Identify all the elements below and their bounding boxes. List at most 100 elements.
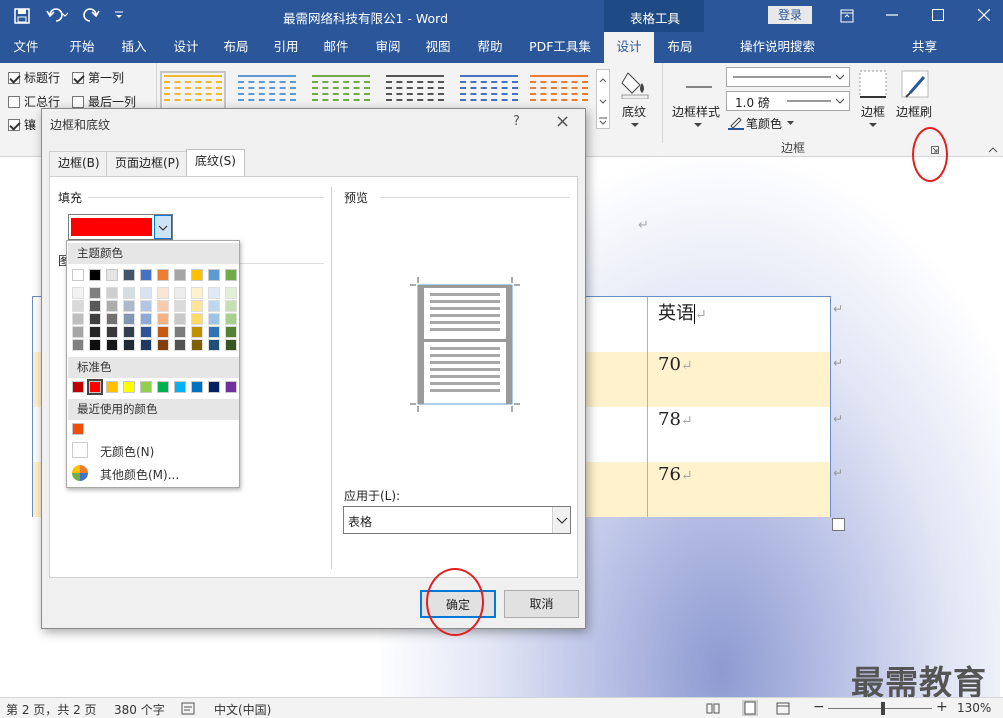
theme-shade-swatch[interactable] bbox=[191, 300, 203, 312]
chevron-down-icon[interactable] bbox=[694, 123, 702, 128]
theme-shade-swatch[interactable] bbox=[89, 339, 101, 351]
tab-references[interactable]: 引用 bbox=[264, 32, 308, 63]
print-layout-icon[interactable] bbox=[742, 700, 758, 716]
tab-table-design[interactable]: 设计 bbox=[604, 32, 654, 63]
standard-color-swatch[interactable] bbox=[140, 381, 152, 393]
table-style-thumbnail[interactable] bbox=[238, 75, 296, 111]
standard-color-swatch[interactable] bbox=[225, 381, 237, 393]
theme-shade-swatch[interactable] bbox=[106, 339, 118, 351]
chevron-down-icon[interactable] bbox=[787, 121, 794, 126]
table-style-thumbnail[interactable] bbox=[160, 71, 226, 115]
theme-shade-swatch[interactable] bbox=[174, 326, 186, 338]
theme-shade-swatch[interactable] bbox=[191, 326, 203, 338]
theme-color-swatch[interactable] bbox=[106, 269, 118, 281]
undo-icon[interactable] bbox=[46, 7, 68, 23]
border-styles-icon[interactable] bbox=[684, 73, 714, 103]
theme-shade-swatch[interactable] bbox=[140, 326, 152, 338]
theme-shade-swatch[interactable] bbox=[157, 326, 169, 338]
theme-shade-swatch[interactable] bbox=[140, 300, 152, 312]
shading-bucket-icon[interactable] bbox=[620, 69, 650, 99]
theme-shade-swatch[interactable] bbox=[106, 300, 118, 312]
theme-shade-swatch[interactable] bbox=[225, 300, 237, 312]
help-button[interactable]: ? bbox=[513, 114, 520, 129]
table-style-thumbnail[interactable] bbox=[386, 75, 444, 111]
color-wheel-icon[interactable] bbox=[72, 465, 88, 481]
close-window-icon[interactable] bbox=[978, 9, 990, 21]
theme-shade-swatch[interactable] bbox=[89, 326, 101, 338]
theme-shade-swatch[interactable] bbox=[225, 339, 237, 351]
collapse-ribbon-icon[interactable] bbox=[988, 147, 998, 153]
language-indicator[interactable]: 中文(中国) bbox=[214, 701, 271, 718]
borders-button-label[interactable]: 边框 bbox=[861, 103, 885, 120]
theme-color-swatch[interactable] bbox=[191, 269, 203, 281]
theme-shade-swatch[interactable] bbox=[72, 300, 84, 312]
ribbon-display-icon[interactable] bbox=[840, 9, 854, 23]
table-cell[interactable]: 英语↵ bbox=[647, 297, 830, 352]
theme-color-swatch[interactable] bbox=[208, 269, 220, 281]
theme-shade-swatch[interactable] bbox=[123, 339, 135, 351]
tab-help[interactable]: 帮助 bbox=[466, 32, 514, 63]
theme-color-swatch[interactable] bbox=[174, 269, 186, 281]
theme-shade-swatch[interactable] bbox=[208, 313, 220, 325]
theme-shade-swatch[interactable] bbox=[140, 287, 152, 299]
theme-color-swatch[interactable] bbox=[123, 269, 135, 281]
standard-color-swatch[interactable] bbox=[87, 379, 103, 395]
line-weight-dropdown[interactable]: 1.0 磅 bbox=[726, 91, 850, 111]
theme-shade-swatch[interactable] bbox=[123, 287, 135, 299]
zoom-out-button[interactable]: − bbox=[813, 699, 825, 715]
tab-review[interactable]: 审阅 bbox=[364, 32, 412, 63]
theme-shade-swatch[interactable] bbox=[157, 287, 169, 299]
theme-shade-swatch[interactable] bbox=[208, 326, 220, 338]
theme-shade-swatch[interactable] bbox=[89, 287, 101, 299]
tab-pdf-tools[interactable]: PDF工具集 bbox=[520, 32, 600, 63]
option-banded-rows[interactable]: 镶 bbox=[8, 116, 36, 133]
maximize-icon[interactable] bbox=[932, 9, 944, 21]
theme-shade-swatch[interactable] bbox=[208, 300, 220, 312]
zoom-level[interactable]: 130% bbox=[957, 701, 991, 715]
fill-color-dropdown[interactable] bbox=[68, 214, 173, 240]
tab-table-layout[interactable]: 布局 bbox=[656, 32, 704, 63]
standard-color-swatch[interactable] bbox=[72, 381, 84, 393]
theme-shade-swatch[interactable] bbox=[191, 287, 203, 299]
theme-shade-swatch[interactable] bbox=[72, 326, 84, 338]
border-styles-label[interactable]: 边框样式 bbox=[672, 103, 720, 120]
proofing-icon[interactable] bbox=[181, 702, 195, 715]
theme-shade-swatch[interactable] bbox=[106, 287, 118, 299]
tab-layout[interactable]: 布局 bbox=[212, 32, 260, 63]
theme-color-swatch[interactable] bbox=[140, 269, 152, 281]
standard-color-swatch[interactable] bbox=[174, 381, 186, 393]
theme-shade-swatch[interactable] bbox=[123, 300, 135, 312]
theme-color-swatch[interactable] bbox=[72, 269, 84, 281]
theme-shade-swatch[interactable] bbox=[106, 326, 118, 338]
tab-shading[interactable]: 底纹(S) bbox=[186, 149, 245, 176]
apply-to-arrow[interactable] bbox=[552, 507, 570, 533]
theme-shade-swatch[interactable] bbox=[174, 339, 186, 351]
borders-icon[interactable] bbox=[858, 69, 888, 99]
theme-shade-swatch[interactable] bbox=[174, 287, 186, 299]
theme-shade-swatch[interactable] bbox=[174, 313, 186, 325]
theme-shade-swatch[interactable] bbox=[123, 313, 135, 325]
zoom-in-button[interactable]: + bbox=[936, 699, 948, 715]
tab-home[interactable]: 开始 bbox=[58, 32, 106, 63]
theme-shade-swatch[interactable] bbox=[225, 326, 237, 338]
standard-color-swatch[interactable] bbox=[191, 381, 203, 393]
option-first-column[interactable]: 第一列 bbox=[72, 69, 124, 86]
table-resize-handle[interactable] bbox=[832, 518, 845, 531]
zoom-slider[interactable] bbox=[828, 708, 932, 709]
theme-shade-swatch[interactable] bbox=[123, 326, 135, 338]
theme-shade-swatch[interactable] bbox=[89, 313, 101, 325]
tab-borders[interactable]: 边框(B) bbox=[49, 151, 109, 176]
tab-insert[interactable]: 插入 bbox=[110, 32, 158, 63]
theme-shade-swatch[interactable] bbox=[89, 300, 101, 312]
last-column-checkbox[interactable] bbox=[72, 95, 84, 108]
tab-mailings[interactable]: 邮件 bbox=[314, 32, 358, 63]
dialog-close-button[interactable]: × bbox=[555, 111, 570, 132]
minimize-icon[interactable] bbox=[886, 14, 898, 18]
no-color-option[interactable]: 无颜色(N) bbox=[100, 443, 154, 460]
tell-me-search[interactable]: 操作说明搜索 bbox=[740, 32, 826, 63]
redo-icon[interactable] bbox=[82, 7, 100, 23]
table-style-thumbnail[interactable] bbox=[530, 75, 588, 111]
table-cell[interactable]: 76↵ bbox=[647, 462, 830, 517]
theme-shade-swatch[interactable] bbox=[72, 287, 84, 299]
theme-shade-swatch[interactable] bbox=[208, 287, 220, 299]
